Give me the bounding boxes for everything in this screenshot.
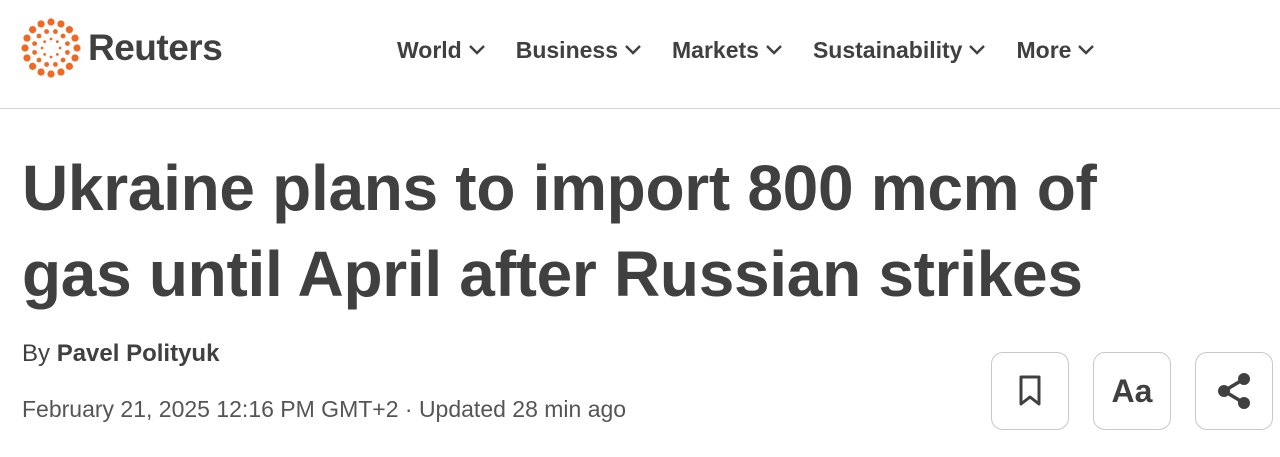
share-button[interactable] bbox=[1195, 352, 1273, 430]
logo-dot bbox=[32, 50, 37, 55]
logo-dot bbox=[47, 18, 55, 26]
logo-dot bbox=[21, 44, 29, 52]
logo-dot bbox=[53, 62, 58, 67]
byline-prefix: By bbox=[22, 340, 51, 367]
logo-dot bbox=[49, 55, 53, 59]
logo-dot bbox=[29, 26, 37, 34]
logo-dot bbox=[60, 57, 66, 63]
logo-dot bbox=[43, 52, 47, 56]
logo-dot bbox=[65, 41, 70, 46]
logo-dot bbox=[44, 62, 49, 67]
logo-dot bbox=[65, 26, 73, 34]
logo-dot bbox=[60, 33, 66, 39]
chevron-down-icon bbox=[625, 45, 641, 55]
share-icon bbox=[1218, 373, 1250, 409]
logo-dot bbox=[57, 68, 65, 76]
logo-dot bbox=[44, 29, 49, 34]
nav-item-label: Markets bbox=[672, 36, 759, 63]
dateline: February 21, 2025 12:16 PM GMT+2 · Updat… bbox=[22, 396, 627, 422]
logo-dot bbox=[47, 70, 55, 78]
logo-dot bbox=[40, 46, 44, 50]
chevron-down-icon bbox=[969, 45, 986, 55]
logo-dot bbox=[55, 52, 59, 56]
logo-dot bbox=[57, 20, 65, 28]
logo-dot bbox=[53, 29, 58, 34]
article-tools: Aa bbox=[991, 352, 1273, 430]
nav-item-label: World bbox=[397, 36, 462, 63]
bookmark-button[interactable] bbox=[991, 352, 1069, 430]
nav-item-label: More bbox=[1016, 36, 1072, 63]
site-header: Reuters World Business Markets Sustainab… bbox=[0, 0, 1280, 109]
headline-line-2: gas until April after Russian strikes bbox=[22, 238, 1083, 310]
logo-dot bbox=[43, 40, 47, 44]
logo-dot bbox=[58, 46, 62, 50]
logo-dot bbox=[49, 37, 53, 41]
reuters-logo[interactable]: Reuters bbox=[20, 16, 223, 80]
logo-text: Reuters bbox=[88, 27, 223, 68]
main-nav: World Business Markets Sustainability Mo… bbox=[397, 30, 1125, 70]
chevron-down-icon bbox=[766, 45, 782, 55]
logo-dot bbox=[65, 50, 70, 55]
logo-dot bbox=[23, 54, 31, 62]
nav-item-label: Business bbox=[515, 36, 618, 63]
logo-dot bbox=[32, 41, 37, 46]
logo-dot bbox=[37, 68, 45, 76]
chevron-down-icon bbox=[1078, 45, 1095, 55]
logo-dot bbox=[71, 34, 79, 42]
logo-dot bbox=[37, 20, 45, 28]
logo-dot bbox=[36, 57, 42, 63]
nav-item-more[interactable]: More bbox=[1016, 37, 1095, 64]
headline-line-1: Ukraine plans to import 800 mcm of bbox=[22, 152, 1097, 224]
logo-dot bbox=[73, 44, 81, 52]
bookmark-icon bbox=[1019, 375, 1041, 406]
logo-dot bbox=[65, 62, 73, 70]
text-size-label: Aa bbox=[1111, 372, 1153, 409]
nav-item-label: Sustainability bbox=[812, 36, 963, 63]
logo-dot bbox=[71, 54, 79, 62]
nav-item-business[interactable]: Business bbox=[516, 37, 642, 64]
logo-dot bbox=[36, 33, 42, 39]
reuters-dots-icon bbox=[21, 18, 81, 78]
nav-item-world[interactable]: World bbox=[397, 37, 486, 64]
logo-dot bbox=[29, 62, 37, 70]
chevron-down-icon bbox=[468, 45, 485, 55]
text-size-button[interactable]: Aa bbox=[1093, 352, 1171, 430]
article-headline: Ukraine plans to import 800 mcm of gas u… bbox=[22, 145, 1262, 317]
logo-dot bbox=[23, 34, 31, 42]
logo-dot bbox=[55, 40, 59, 44]
nav-item-sustainability[interactable]: Sustainability bbox=[813, 37, 987, 64]
byline: By Pavel Polityuk bbox=[22, 340, 219, 368]
nav-item-markets[interactable]: Markets bbox=[672, 37, 783, 64]
author-link[interactable]: Pavel Polityuk bbox=[57, 340, 220, 367]
